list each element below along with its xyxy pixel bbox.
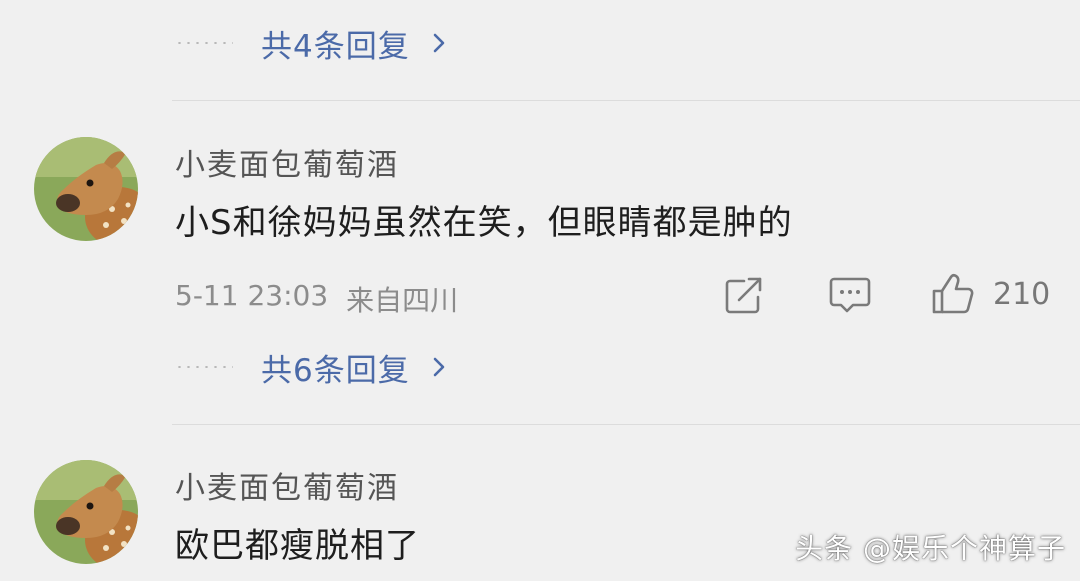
comment-icon <box>829 277 871 313</box>
location: 来自四川 <box>346 284 459 317</box>
like-count: 210 <box>993 276 1051 312</box>
divider <box>172 100 1080 101</box>
avatar[interactable] <box>34 137 138 241</box>
timestamp: 5-11 23:03 <box>175 279 329 312</box>
watermark: 头条 @娱乐个神算子 <box>795 532 1066 565</box>
divider <box>172 424 1080 425</box>
username[interactable]: 小麦面包葡萄酒 <box>175 140 399 184</box>
deer-avatar-image <box>34 137 138 241</box>
like-button[interactable]: 210 <box>931 273 1050 315</box>
replies-row: 共6条回复 <box>175 345 450 389</box>
comment-text: 小S和徐妈妈虽然在笑，但眼睛都是肿的 <box>175 203 793 243</box>
replies-row-top: 共4条回复 <box>175 21 450 65</box>
chevron-right-icon <box>433 357 445 377</box>
deer-avatar-image <box>34 460 138 564</box>
comment-meta: 5-11 23:03 来自四川 <box>175 279 458 319</box>
dotted-line <box>175 366 233 368</box>
dotted-line <box>175 42 233 44</box>
chevron-right-icon <box>433 33 445 53</box>
share-icon <box>725 277 762 314</box>
view-replies-link[interactable]: 共6条回复 <box>261 345 450 390</box>
replies-label: 共6条回复 <box>261 352 410 389</box>
comment-text: 欧巴都瘦脱相了 <box>175 526 420 566</box>
replies-label: 共4条回复 <box>261 28 410 65</box>
like-icon <box>932 273 974 314</box>
avatar[interactable] <box>34 460 138 564</box>
view-replies-link[interactable]: 共4条回复 <box>261 21 450 66</box>
comment-button[interactable] <box>829 276 871 314</box>
username[interactable]: 小麦面包葡萄酒 <box>175 463 399 507</box>
share-button[interactable] <box>724 275 766 315</box>
